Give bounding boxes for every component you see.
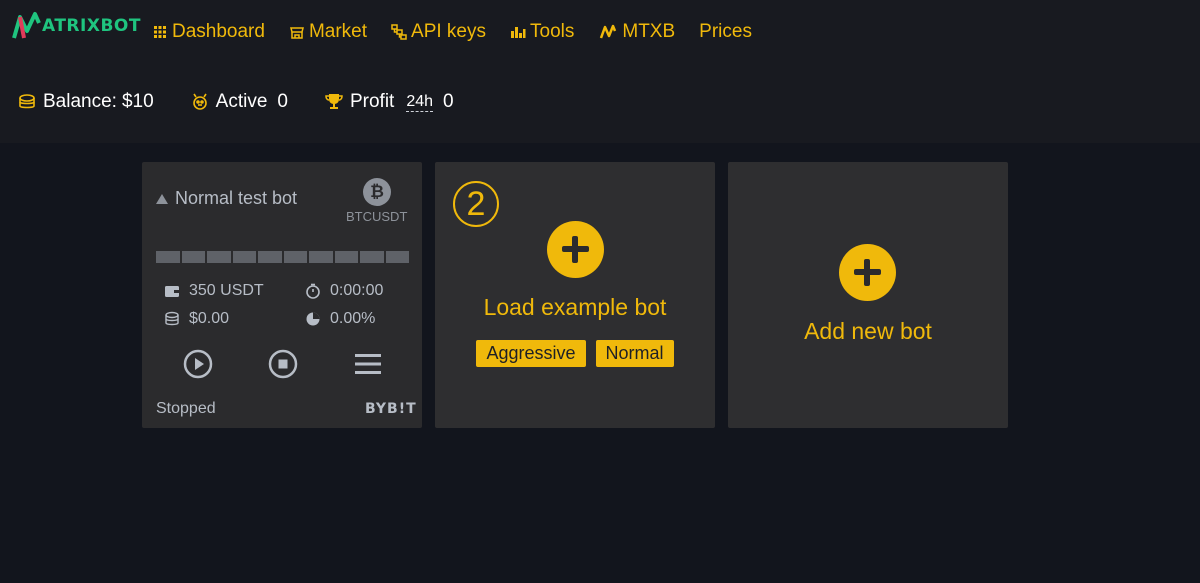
load-example-card: 2 Load example bot Aggressive Normal <box>435 162 715 428</box>
investment-value: 350 USDT <box>189 282 264 299</box>
exchange-logo: BYB!T <box>365 401 417 417</box>
shop-icon <box>289 27 304 39</box>
stop-button[interactable] <box>268 349 298 379</box>
example-tags: Aggressive Normal <box>435 340 715 367</box>
profit-pct-row: 0.00% <box>305 310 375 328</box>
top-header: ATRIXBOT Dashboard Market API keys Tools… <box>0 0 1200 143</box>
balance-label: Balance: <box>43 91 117 112</box>
active-label: Active <box>215 91 268 112</box>
nav-label-api-keys: API keys <box>411 21 487 42</box>
progress-segment <box>360 251 384 263</box>
pie-chart-icon <box>306 312 320 326</box>
balance-stat: Balance: $10 <box>17 91 154 113</box>
brand-name: ATRIXBOT <box>42 16 141 36</box>
nav-item-market[interactable]: Market <box>289 21 367 43</box>
active-stat: Active 0 <box>190 91 288 113</box>
bot-card[interactable]: Normal test bot ₿ BTCUSDT 350 USDT 0:00:… <box>142 162 422 428</box>
nav-label-tools: Tools <box>530 21 575 42</box>
example-tag-aggressive[interactable]: Aggressive <box>476 340 586 367</box>
plus-icon[interactable] <box>547 221 604 278</box>
nav-item-dashboard[interactable]: Dashboard <box>152 21 265 43</box>
bot-status: Stopped <box>156 400 216 417</box>
investment-row: 350 USDT <box>164 282 264 300</box>
menu-button[interactable] <box>353 349 383 379</box>
profit-amount: $0.00 <box>189 310 230 327</box>
nav-label-market: Market <box>308 21 368 42</box>
active-value: 0 <box>277 91 288 112</box>
load-example-title: Load example bot <box>483 294 667 320</box>
nav-item-api-keys[interactable]: API keys <box>391 21 486 43</box>
matrixbot-logo[interactable]: ATRIXBOT <box>12 10 141 42</box>
coins-icon <box>165 311 179 326</box>
example-tag-normal[interactable]: Normal <box>595 340 674 367</box>
bitcoin-icon: ₿ <box>363 178 391 206</box>
add-new-bot-title: Add new bot <box>804 318 932 344</box>
profit-label: Profit <box>349 91 395 112</box>
profit-row: $0.00 <box>164 310 229 328</box>
runtime-value: 0:00:00 <box>330 282 384 299</box>
profit-percent: 0.00% <box>330 310 376 327</box>
nav-item-mtxb[interactable]: MTXB <box>598 21 675 43</box>
trophy-icon <box>325 94 343 109</box>
play-button[interactable] <box>183 349 213 379</box>
step-number-badge: 2 <box>453 181 499 227</box>
bot-name: Normal test bot <box>175 188 298 208</box>
progress-segment <box>309 251 333 263</box>
bar-chart-icon <box>511 27 526 38</box>
wallet-icon <box>165 286 179 297</box>
stats-bar: Balance: $10 Active 0 Profit 24h 0 <box>17 88 490 116</box>
nav-label-mtxb: MTXB <box>622 21 676 42</box>
network-icon <box>391 24 407 40</box>
add-new-bot-card[interactable]: Add new bot <box>728 162 1008 428</box>
coins-icon <box>19 94 35 109</box>
nav-item-tools[interactable]: Tools <box>510 21 574 43</box>
progress-segment <box>334 251 358 263</box>
grid-progress-bar <box>156 251 409 263</box>
progress-segment <box>156 251 180 263</box>
progress-segment <box>181 251 205 263</box>
nav-label-prices: Prices <box>699 21 752 42</box>
progress-segment <box>232 251 256 263</box>
mtxb-icon <box>600 24 617 39</box>
runtime-row: 0:00:00 <box>305 282 383 300</box>
progress-segment <box>258 251 282 263</box>
nav-label-dashboard: Dashboard <box>172 21 265 42</box>
robot-icon <box>192 93 207 110</box>
balance-value: $10 <box>121 91 154 112</box>
profit-value: 0 <box>443 91 454 112</box>
triangle-up-icon <box>156 193 168 204</box>
progress-segment <box>385 251 409 263</box>
timer-icon <box>306 283 320 299</box>
plus-icon[interactable] <box>839 244 896 301</box>
progress-segment <box>207 251 231 263</box>
progress-segment <box>283 251 307 263</box>
profit-stat: Profit 24h 0 <box>324 91 454 113</box>
main-nav: Dashboard Market API keys Tools MTXB Pri… <box>152 18 776 46</box>
nav-item-prices[interactable]: Prices <box>699 21 752 43</box>
matrixbot-logo-mark-icon <box>12 12 41 39</box>
bot-pair: BTCUSDT <box>346 209 408 224</box>
grid-icon <box>154 26 166 38</box>
profit-timeframe-selector[interactable]: 24h <box>406 92 434 112</box>
bot-title: Normal test bot <box>156 188 297 209</box>
